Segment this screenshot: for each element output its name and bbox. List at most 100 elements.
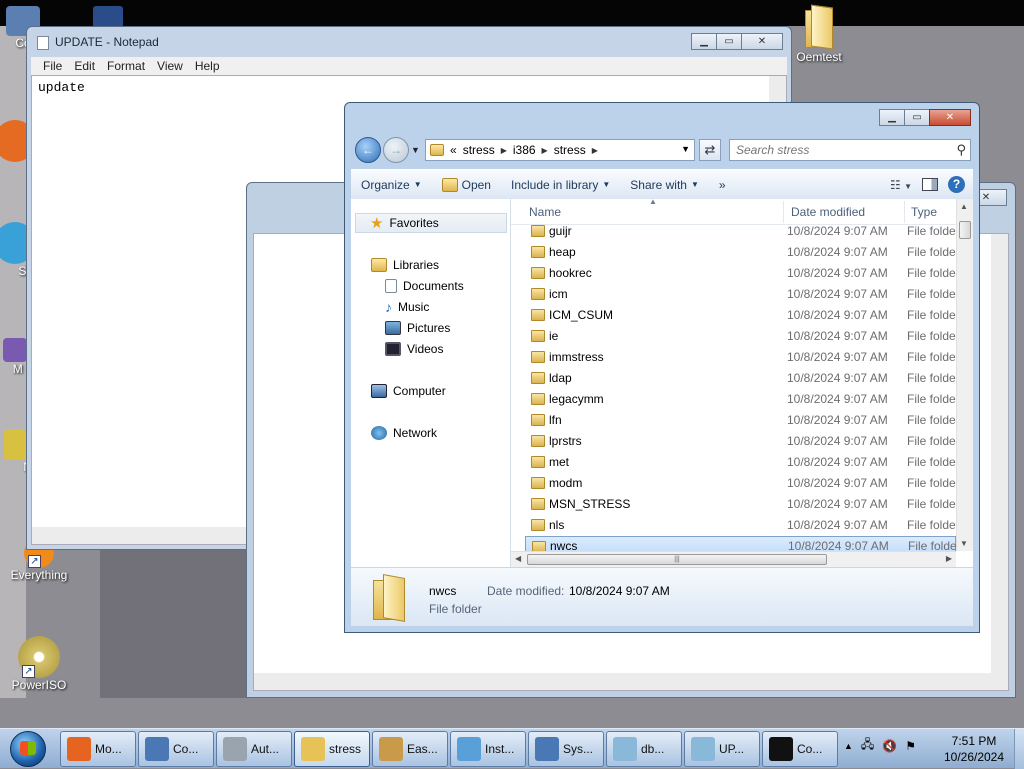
desktop-icon-app[interactable]: [78, 6, 138, 28]
folder-icon: [531, 414, 545, 426]
horizontal-scrollbar[interactable]: [254, 673, 1008, 690]
explorer-window[interactable]: ▁ ▭ ✕ ← → ▼ « stress ▶ i386 ▶ stress ▶ ▼…: [344, 102, 980, 633]
table-row[interactable]: MSN_STRESS 10/8/2024 9:07 AM File folde: [525, 494, 956, 514]
scroll-left-icon[interactable]: ◀: [515, 554, 521, 563]
nav-music[interactable]: ♪ Music: [385, 297, 429, 317]
table-row[interactable]: met 10/8/2024 9:07 AM File folde: [525, 452, 956, 472]
nav-favorites[interactable]: ★ Favorites: [355, 213, 507, 233]
address-dropdown-icon[interactable]: ▼: [681, 144, 690, 154]
vertical-scrollbar[interactable]: [991, 234, 1008, 673]
table-row[interactable]: legacymm 10/8/2024 9:07 AM File folde: [525, 389, 956, 409]
breadcrumb-i386[interactable]: i386: [513, 143, 536, 157]
column-type[interactable]: Type: [911, 205, 937, 219]
minimize-button[interactable]: ▁: [879, 109, 905, 126]
chevron-right-icon[interactable]: ▶: [542, 146, 548, 155]
include-in-library-button[interactable]: Include in library ▼: [501, 178, 620, 192]
desktop-icon-label: PowerISO: [11, 678, 67, 692]
help-icon[interactable]: ?: [948, 176, 965, 193]
minimize-button[interactable]: ▁: [691, 33, 717, 50]
view-options-icon[interactable]: ☷ ▼: [890, 178, 912, 192]
table-row[interactable]: lfn 10/8/2024 9:07 AM File folde: [525, 410, 956, 430]
scroll-up-icon[interactable]: ▲: [960, 202, 968, 211]
show-hidden-icons[interactable]: ▲: [844, 741, 853, 751]
recent-pages-dropdown[interactable]: ▼: [411, 145, 420, 155]
nav-documents[interactable]: Documents: [385, 276, 464, 296]
refresh-button[interactable]: ⇄: [699, 139, 721, 161]
chevron-right-icon[interactable]: ▶: [501, 146, 507, 155]
search-input[interactable]: [734, 141, 944, 159]
table-row[interactable]: lprstrs 10/8/2024 9:07 AM File folde: [525, 431, 956, 451]
table-row[interactable]: guijr 10/8/2024 9:07 AM File folde: [525, 225, 956, 241]
file-type: File folde: [907, 518, 956, 532]
column-name[interactable]: Name: [529, 205, 561, 219]
open-button[interactable]: Open: [432, 177, 501, 192]
scroll-thumb[interactable]: |||: [527, 554, 827, 565]
table-row[interactable]: ie 10/8/2024 9:07 AM File folde: [525, 326, 956, 346]
menu-format[interactable]: Format: [101, 57, 151, 75]
more-commands-button[interactable]: »: [709, 178, 736, 192]
table-row[interactable]: ldap 10/8/2024 9:07 AM File folde: [525, 368, 956, 388]
nav-pictures[interactable]: Pictures: [385, 318, 450, 338]
nav-network[interactable]: Network: [371, 423, 437, 443]
taskbar-button[interactable]: Sys...: [528, 731, 604, 767]
clock[interactable]: 7:51 PM 10/26/2024: [934, 733, 1014, 765]
taskbar-button[interactable]: Co...: [138, 731, 214, 767]
table-row[interactable]: immstress 10/8/2024 9:07 AM File folde: [525, 347, 956, 367]
forward-button[interactable]: →: [383, 137, 409, 163]
music-icon: ♪: [385, 299, 392, 315]
maximize-button[interactable]: ▭: [904, 109, 930, 126]
maximize-button[interactable]: ▭: [716, 33, 742, 50]
organize-button[interactable]: Organize ▼: [351, 178, 432, 192]
address-bar[interactable]: « stress ▶ i386 ▶ stress ▶ ▼: [425, 139, 695, 161]
network-tray-icon[interactable]: 🖧: [861, 735, 874, 756]
menu-file[interactable]: File: [37, 57, 68, 75]
taskbar-button[interactable]: UP...: [684, 731, 760, 767]
breadcrumb-stress-current[interactable]: stress: [554, 143, 586, 157]
chevron-right-icon[interactable]: ▶: [592, 146, 598, 155]
caption-buttons: ▁ ▭ ✕: [879, 109, 971, 126]
taskbar-button[interactable]: db...: [606, 731, 682, 767]
file-type: File folde: [907, 455, 956, 469]
nav-libraries[interactable]: Libraries: [371, 255, 439, 275]
breadcrumb-stress[interactable]: stress: [463, 143, 495, 157]
menu-edit[interactable]: Edit: [68, 57, 101, 75]
taskbar-button[interactable]: Inst...: [450, 731, 526, 767]
taskbar-button[interactable]: Mo...: [60, 731, 136, 767]
back-button[interactable]: ←: [355, 137, 381, 163]
taskbar-button[interactable]: Aut...: [216, 731, 292, 767]
file-name: ldap: [549, 371, 572, 385]
table-row[interactable]: ICM_CSUM 10/8/2024 9:07 AM File folde: [525, 305, 956, 325]
preview-pane-icon[interactable]: [922, 178, 938, 191]
taskbar-button[interactable]: Co...: [762, 731, 838, 767]
taskbar-button[interactable]: Eas...: [372, 731, 448, 767]
desktop-icon-poweriso[interactable]: ↗ PowerISO: [0, 636, 78, 692]
nav-videos[interactable]: Videos: [385, 339, 443, 359]
scroll-right-icon[interactable]: ▶: [946, 554, 952, 563]
scroll-thumb[interactable]: [959, 221, 971, 239]
start-button[interactable]: [4, 729, 52, 769]
table-row[interactable]: modm 10/8/2024 9:07 AM File folde: [525, 473, 956, 493]
search-icon[interactable]: ⚲: [956, 142, 966, 158]
volume-muted-icon[interactable]: 🔇: [882, 739, 897, 753]
nav-computer[interactable]: Computer: [371, 381, 446, 401]
action-center-flag-icon[interactable]: ⚑: [905, 739, 916, 753]
search-box[interactable]: ⚲: [729, 139, 971, 161]
taskbar-button[interactable]: stress: [294, 731, 370, 767]
column-date-modified[interactable]: Date modified: [791, 205, 865, 219]
vertical-scrollbar[interactable]: ▲ ▼: [956, 199, 973, 551]
menu-view[interactable]: View: [151, 57, 189, 75]
table-row[interactable]: nls 10/8/2024 9:07 AM File folde: [525, 515, 956, 535]
breadcrumb-overflow[interactable]: «: [450, 143, 457, 157]
table-row[interactable]: nwcs 10/8/2024 9:07 AM File folde: [525, 536, 956, 551]
share-with-button[interactable]: Share with ▼: [620, 178, 709, 192]
close-button[interactable]: ✕: [929, 109, 971, 126]
menu-help[interactable]: Help: [189, 57, 226, 75]
show-desktop-button[interactable]: [1014, 729, 1024, 769]
table-row[interactable]: icm 10/8/2024 9:07 AM File folde: [525, 284, 956, 304]
scroll-down-icon[interactable]: ▼: [960, 539, 968, 548]
table-row[interactable]: heap 10/8/2024 9:07 AM File folde: [525, 242, 956, 262]
close-button[interactable]: ✕: [741, 33, 783, 50]
horizontal-scrollbar[interactable]: ◀ ||| ▶: [511, 551, 956, 567]
table-row[interactable]: hookrec 10/8/2024 9:07 AM File folde: [525, 263, 956, 283]
notepad-icon: [4, 430, 26, 460]
